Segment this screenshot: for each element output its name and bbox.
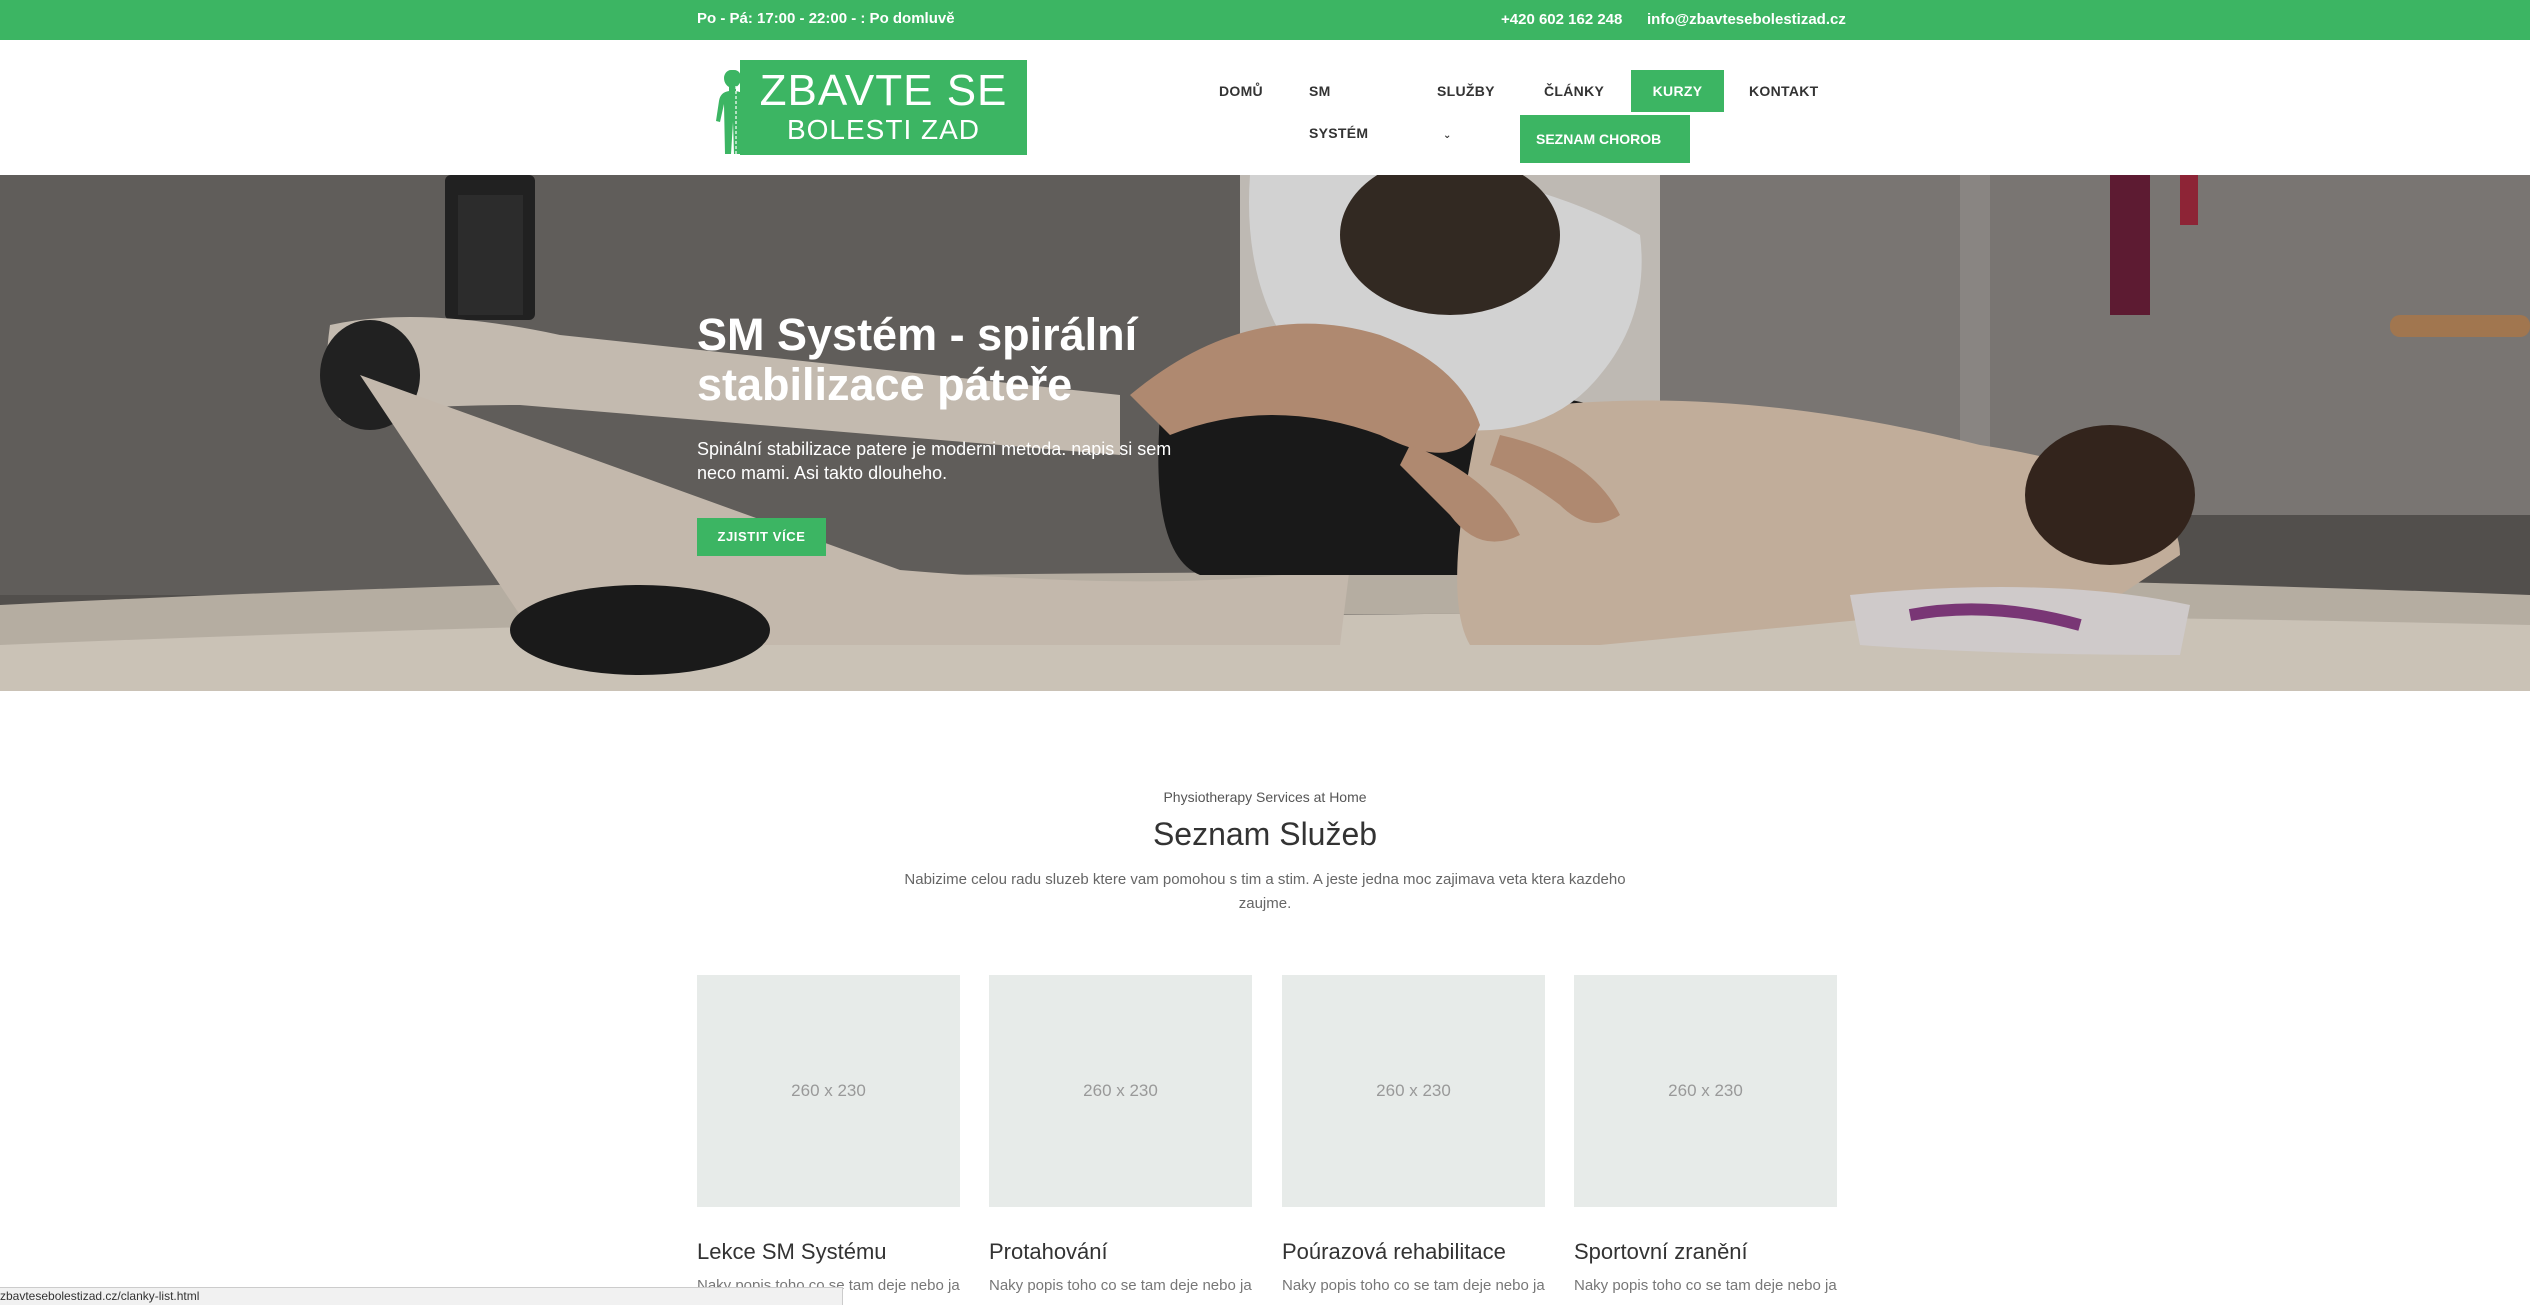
nav-item-contact[interactable]: KONTAKT (1749, 70, 1819, 112)
service-title[interactable]: Sportovní zranění (1574, 1239, 1837, 1265)
service-card[interactable]: 260 x 230 Protahování Naky popis toho co… (989, 975, 1252, 1294)
service-description: Naky popis toho co se tam deje nebo ja (1282, 1277, 1545, 1294)
submenu-item-disease-list[interactable]: SEZNAM CHOROB (1520, 115, 1690, 163)
learn-more-button[interactable]: ZJISTIT VÍCE (697, 518, 826, 556)
service-title[interactable]: Poúrazová rehabilitace (1282, 1239, 1545, 1265)
nav-item-sm-system[interactable]: SM SYSTÉM (1309, 70, 1368, 141)
site-logo[interactable]: ZBAVTE SE BOLESTI ZAD (712, 60, 1027, 155)
service-card[interactable]: 260 x 230 Lekce SM Systému Naky popis to… (697, 975, 960, 1294)
nav-item-home[interactable]: DOMŮ (1219, 70, 1263, 112)
service-image-placeholder: 260 x 230 (1574, 975, 1837, 1207)
hero-title: SM Systém - spirální stabilizace páteře (697, 309, 1138, 410)
browser-status-url: zbavtesebolestizad.cz/clanky-list.html (0, 1287, 843, 1305)
service-title[interactable]: Lekce SM Systému (697, 1239, 960, 1265)
chevron-down-icon: ⌄ (1443, 130, 1452, 141)
nav-item-services[interactable]: SLUŽBY ⌄ (1437, 70, 1495, 141)
service-description: Naky popis toho co se tam deje nebo ja (1574, 1277, 1837, 1294)
services-subtitle: Physiotherapy Services at Home (1163, 789, 1367, 805)
logo-line2: BOLESTI ZAD (786, 114, 981, 145)
service-card[interactable]: 260 x 230 Sportovní zranění Naky popis t… (1574, 975, 1837, 1294)
nav-label: KURZY (1652, 83, 1703, 99)
service-title[interactable]: Protahování (989, 1239, 1252, 1265)
service-description: Naky popis toho co se tam deje nebo ja (989, 1277, 1252, 1294)
site-header: ZBAVTE SE BOLESTI ZAD DOMŮ SM SYSTÉM SLU… (0, 40, 2530, 175)
nav-label: KONTAKT (1749, 83, 1819, 99)
service-image-placeholder: 260 x 230 (1282, 975, 1545, 1207)
services-title: Seznam Služeb (1152, 816, 1378, 852)
logo-line1: ZBAVTE SE (759, 66, 1008, 115)
opening-hours: Po - Pá: 17:00 - 22:00 - : Po domluvě (697, 10, 955, 27)
nav-label: ČLÁNKY (1544, 83, 1605, 99)
service-image-placeholder: 260 x 230 (989, 975, 1252, 1207)
nav-item-articles[interactable]: ČLÁNKY⌄ (1544, 70, 1605, 141)
service-card[interactable]: 260 x 230 Poúrazová rehabilitace Naky po… (1282, 975, 1545, 1294)
nav-label: SLUŽBY (1437, 83, 1495, 99)
phone-link[interactable]: +420 602 162 248 (1501, 11, 1622, 28)
hero-background-image (0, 175, 2530, 691)
top-info-bar: Po - Pá: 17:00 - 22:00 - : Po domluvě +4… (0, 0, 2530, 40)
nav-label: DOMŮ (1219, 83, 1263, 99)
nav-label: SM SYSTÉM (1309, 83, 1369, 141)
nav-item-courses[interactable]: KURZY (1631, 70, 1724, 112)
service-image-placeholder: 260 x 230 (697, 975, 960, 1207)
hero-banner: SM Systém - spirální stabilizace páteře … (0, 175, 2530, 691)
email-link[interactable]: info@zbavtesebolestizad.cz (1647, 11, 1846, 28)
services-description: Nabizime celou radu sluzeb ktere vam pom… (904, 871, 1626, 912)
hero-text: Spinální stabilizace patere je moderni m… (697, 439, 1172, 483)
